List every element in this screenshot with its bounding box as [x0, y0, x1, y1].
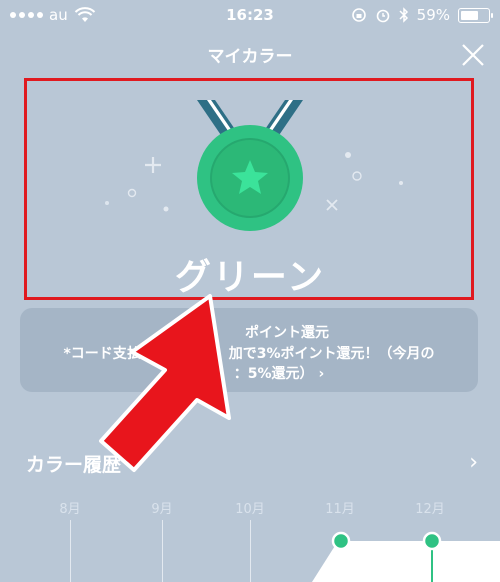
history-area-chart: [312, 531, 500, 582]
history-point-11: [331, 531, 351, 551]
history-point-12: [422, 531, 442, 551]
